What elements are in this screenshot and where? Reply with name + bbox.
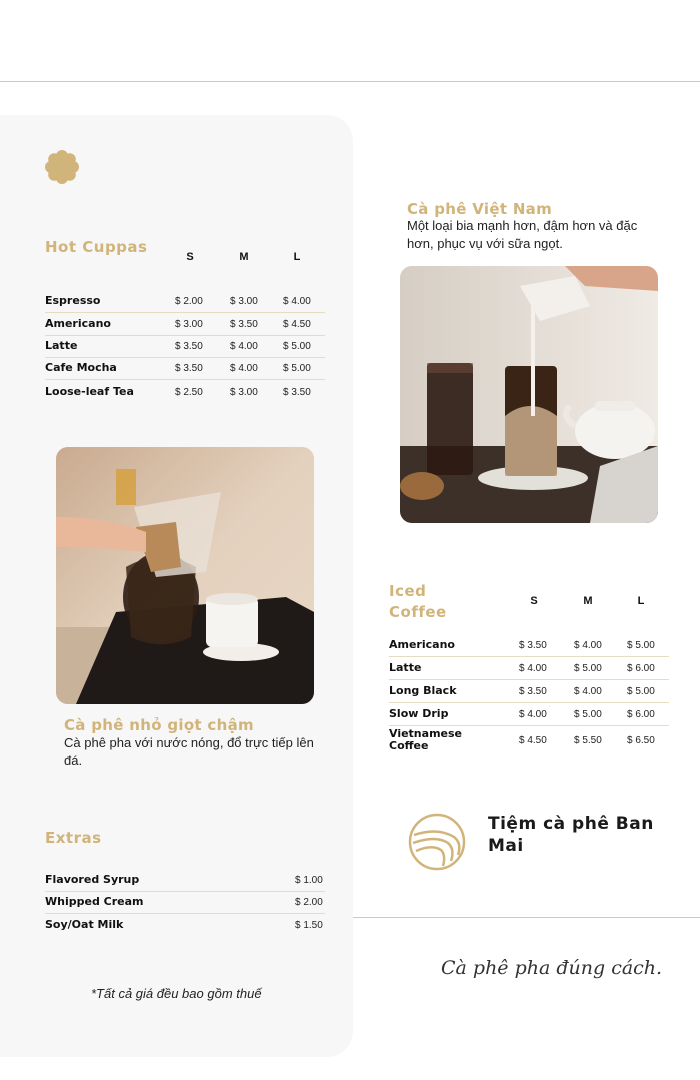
price-s: $ 2.50	[175, 386, 203, 398]
price-m: $ 3.00	[230, 295, 258, 307]
iced-coffee-heading: Iced Coffee	[389, 582, 447, 621]
iced-coffee-illustration	[400, 266, 658, 523]
item-name: Americano	[389, 638, 455, 651]
table-row: Cafe Mocha $ 3.50 $ 4.00 $ 5.00	[45, 357, 325, 380]
tax-footnote: *Tất cả giá đều bao gồm thuế	[91, 986, 262, 1001]
drip-coffee-illustration	[56, 447, 314, 704]
table-row: Whipped Cream $ 2.00	[45, 891, 325, 914]
price-l: $ 6.00	[627, 708, 655, 720]
wave-logo-icon	[408, 813, 466, 871]
table-row: Slow Drip $ 4.00 $ 5.00 $ 6.00	[389, 703, 669, 726]
item-name: Vietnamese Coffee	[389, 727, 462, 752]
price: $ 2.00	[295, 896, 323, 908]
bottom-divider	[353, 917, 700, 918]
price-l: $ 4.50	[283, 318, 311, 330]
price-m: $ 3.50	[230, 318, 258, 330]
price-s: $ 3.50	[519, 639, 547, 651]
price-s: $ 2.00	[175, 295, 203, 307]
price-l: $ 5.00	[627, 685, 655, 697]
iced-size-s: S	[530, 595, 538, 607]
price: $ 1.50	[295, 919, 323, 931]
price-l: $ 3.50	[283, 386, 311, 398]
hot-size-s: S	[186, 251, 194, 263]
price-l: $ 4.00	[283, 295, 311, 307]
item-name: Espresso	[45, 294, 101, 307]
extras-heading: Extras	[45, 829, 102, 847]
hot-size-m: M	[239, 251, 249, 263]
price-s: $ 4.00	[519, 708, 547, 720]
price-l: $ 5.00	[283, 362, 311, 374]
price-l: $ 5.00	[627, 639, 655, 651]
iced-size-l: L	[637, 595, 645, 607]
item-name: Whipped Cream	[45, 895, 144, 908]
price-l: $ 6.50	[627, 734, 655, 746]
table-row: Flavored Syrup $ 1.00	[45, 869, 325, 892]
price-m: $ 4.00	[230, 340, 258, 352]
table-row: Latte $ 4.00 $ 5.00 $ 6.00	[389, 657, 669, 680]
tagline: Cà phê pha đúng cách.	[441, 957, 663, 979]
item-name: Long Black	[389, 684, 457, 697]
price-m: $ 3.00	[230, 386, 258, 398]
price-s: $ 3.50	[175, 362, 203, 374]
price-m: $ 4.00	[574, 685, 602, 697]
hot-size-l: L	[293, 251, 301, 263]
table-row: Americano $ 3.00 $ 3.50 $ 4.50	[45, 313, 325, 336]
price-l: $ 6.00	[627, 662, 655, 674]
table-row: Americano $ 3.50 $ 4.00 $ 5.00	[389, 634, 669, 657]
hot-cuppas-heading: Hot Cuppas	[45, 238, 148, 256]
vietnamese-coffee-photo	[400, 266, 658, 523]
price-s: $ 4.00	[519, 662, 547, 674]
item-name: Soy/Oat Milk	[45, 918, 124, 931]
top-divider	[0, 81, 700, 82]
item-name: Loose-leaf Tea	[45, 385, 134, 398]
viet-caption-text: Một loại bia mạnh hơn, đậm hơn và đặc hơ…	[407, 218, 638, 251]
item-name: Flavored Syrup	[45, 873, 140, 886]
price-m: $ 4.00	[574, 639, 602, 651]
table-row: Latte $ 3.50 $ 4.00 $ 5.00	[45, 335, 325, 358]
price-s: $ 3.00	[175, 318, 203, 330]
item-name: Slow Drip	[389, 707, 449, 720]
table-row: Soy/Oat Milk $ 1.50	[45, 914, 325, 936]
table-row: Espresso $ 2.00 $ 3.00 $ 4.00	[45, 290, 325, 313]
price-s: $ 3.50	[175, 340, 203, 352]
drip-coffee-photo	[56, 447, 314, 704]
table-row: Vietnamese Coffee $ 4.50 $ 5.50 $ 6.50	[389, 726, 669, 754]
table-row: Loose-leaf Tea $ 2.50 $ 3.00 $ 3.50	[45, 379, 325, 405]
price-m: $ 5.50	[574, 734, 602, 746]
viet-caption-title: Cà phê Việt Nam	[407, 200, 553, 218]
price-m: $ 4.00	[230, 362, 258, 374]
item-name: Americano	[45, 317, 111, 330]
flower-icon	[45, 150, 79, 184]
price-s: $ 3.50	[519, 685, 547, 697]
price: $ 1.00	[295, 874, 323, 886]
price-s: $ 4.50	[519, 734, 547, 746]
price-l: $ 5.00	[283, 340, 311, 352]
price-m: $ 5.00	[574, 708, 602, 720]
iced-size-m: M	[583, 595, 593, 607]
drip-caption-text: Cà phê pha với nước nóng, đổ trực tiếp l…	[64, 735, 314, 768]
price-m: $ 5.00	[574, 662, 602, 674]
table-row: Long Black $ 3.50 $ 4.00 $ 5.00	[389, 680, 669, 703]
item-name: Latte	[389, 661, 422, 674]
item-name: Cafe Mocha	[45, 361, 117, 374]
drip-caption-title: Cà phê nhỏ giọt chậm	[64, 716, 254, 734]
brand-name: Tiệm cà phê Ban Mai	[488, 814, 654, 856]
item-name: Latte	[45, 339, 78, 352]
